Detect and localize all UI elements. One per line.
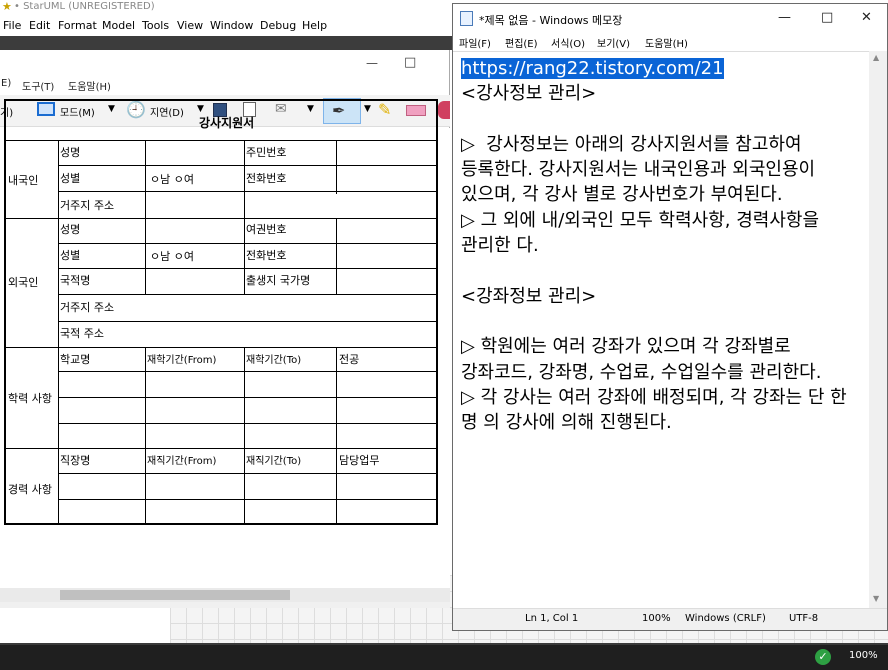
label-address: 거주지 주소	[60, 199, 115, 212]
status-eol: Windows (CRLF)	[685, 613, 766, 624]
np-menu-edit[interactable]: 편집(E)	[505, 35, 538, 50]
label-job: 직장명	[60, 454, 91, 467]
label-gender: 성별	[60, 172, 81, 185]
check-icon[interactable]: ✓	[815, 649, 831, 665]
notepad-window: *제목 없음 - Windows 메모장 — □ ✕ 파일(F) 편집(E) 서…	[452, 3, 888, 631]
label-study-from: 재학기간(From)	[147, 355, 217, 366]
staruml-star-icon: ★	[2, 0, 12, 13]
np-menu-format[interactable]: 서식(O)	[551, 35, 585, 50]
notepad-minimize-button[interactable]: —	[778, 10, 791, 25]
section-career: 경력 사항	[8, 483, 52, 496]
label-nation-address: 국적 주소	[60, 327, 104, 340]
gender-options-foreign: ㅇ남 ㅇ여	[150, 250, 194, 263]
label-major: 전공	[339, 353, 360, 366]
label-phone: 전화번호	[246, 172, 287, 185]
notepad-vertical-scrollbar[interactable]: ▲ ▼	[869, 51, 887, 608]
label-resident-no: 주민번호	[246, 146, 287, 159]
paint-minimize-button[interactable]: —	[366, 56, 378, 70]
notepad-close-button[interactable]: ✕	[861, 10, 872, 25]
instructor-application-form: 강사지원서 내국인 외국인 학력 사항 경력 사항 성명 주민번호 성별 ㅇ남 …	[4, 99, 438, 525]
taskbar-zoom: 100%	[849, 650, 878, 661]
label-gender-foreign: 성별	[60, 249, 81, 262]
paint-scroll-thumb[interactable]	[60, 590, 290, 600]
paint-maximize-button[interactable]: □	[404, 55, 416, 70]
paint-bottom-border	[0, 602, 450, 608]
notepad-body: <강사정보 관리> ▷ 강사정보는 아래의 강사지원서를 참고하여 등록한다. …	[461, 83, 847, 434]
staruml-title: • StarUML (UNREGISTERED)	[14, 1, 155, 12]
label-passport: 여권번호	[246, 223, 287, 236]
menu-debug[interactable]: Debug	[260, 19, 296, 32]
menu-tools[interactable]: Tools	[142, 19, 169, 32]
label-phone-foreign: 전화번호	[246, 249, 287, 262]
paint-menu-tools[interactable]: 도구(T)	[22, 78, 54, 93]
paint-menubar: E) 도구(T) 도움말(H)	[0, 78, 450, 94]
menu-format[interactable]: Format	[58, 19, 97, 32]
menu-view[interactable]: View	[177, 19, 203, 32]
taskbar: ✓ 100%	[0, 645, 888, 670]
label-nationality: 국적명	[60, 274, 91, 287]
label-school: 학교명	[60, 353, 91, 366]
label-name: 성명	[60, 146, 81, 159]
label-address-foreign: 거주지 주소	[60, 301, 115, 314]
selected-url: https://rang22.tistory.com/21	[461, 58, 724, 79]
notepad-menubar: 파일(F) 편집(E) 서식(O) 보기(V) 도움말(H)	[453, 32, 887, 51]
label-duty: 담당업무	[339, 454, 380, 467]
menu-model[interactable]: Model	[102, 19, 135, 32]
gender-options: ㅇ남 ㅇ여	[150, 173, 194, 186]
label-work-from: 재직기간(From)	[147, 456, 217, 467]
menu-help[interactable]: Help	[302, 19, 327, 32]
notepad-statusbar: Ln 1, Col 1 100% Windows (CRLF) UTF-8	[453, 608, 887, 630]
notepad-titlebar: *제목 없음 - Windows 메모장 — □ ✕	[453, 4, 887, 32]
notepad-icon	[460, 11, 473, 26]
status-zoom: 100%	[642, 613, 671, 624]
paint-menu-edit[interactable]: E)	[1, 78, 11, 89]
label-name-foreign: 성명	[60, 223, 81, 236]
np-menu-help[interactable]: 도움말(H)	[645, 35, 688, 50]
label-study-to: 재학기간(To)	[246, 355, 302, 366]
menu-window[interactable]: Window	[210, 19, 253, 32]
menu-file[interactable]: File	[3, 19, 21, 32]
menu-edit[interactable]: Edit	[29, 19, 50, 32]
section-foreign: 외국인	[8, 276, 39, 289]
label-work-to: 재직기간(To)	[246, 456, 302, 467]
np-menu-file[interactable]: 파일(F)	[459, 35, 491, 50]
notepad-maximize-button[interactable]: □	[821, 10, 833, 25]
section-domestic: 내국인	[8, 174, 39, 187]
label-birth-country: 출생지 국가명	[246, 274, 311, 287]
form-title: 강사지원서	[199, 116, 255, 130]
scroll-down-icon[interactable]: ▼	[873, 594, 879, 603]
paint3d-icon[interactable]	[438, 101, 450, 119]
notepad-text-area[interactable]: https://rang22.tistory.com/21 <강사정보 관리> …	[453, 51, 869, 608]
scroll-up-icon[interactable]: ▲	[873, 53, 879, 62]
notepad-title: *제목 없음 - Windows 메모장	[479, 14, 623, 27]
section-education: 학력 사항	[8, 392, 52, 405]
np-menu-view[interactable]: 보기(V)	[597, 35, 630, 50]
paint-menu-help[interactable]: 도움말(H)	[68, 78, 111, 93]
status-position: Ln 1, Col 1	[525, 613, 579, 624]
status-encoding: UTF-8	[789, 613, 819, 624]
